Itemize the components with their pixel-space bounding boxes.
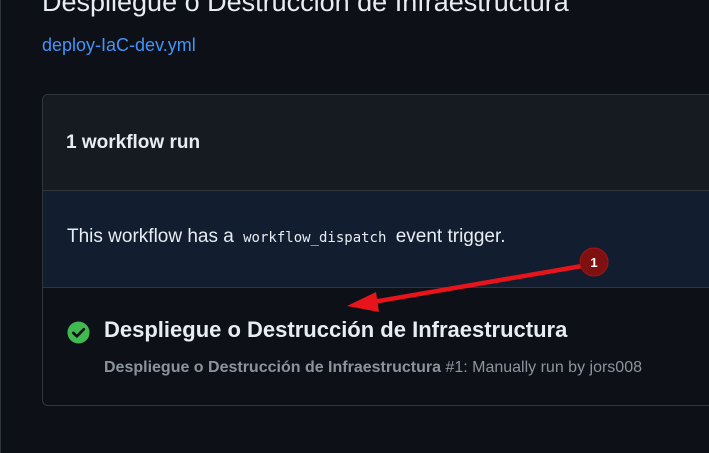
page-title: Despliegue o Destrucción de Infraestruct… [42,0,569,17]
workflow-file-link[interactable]: deploy-IaC-dev.yml [42,33,196,57]
run-trigger-text: : Manually run by jors008 [463,359,642,376]
check-circle-fill-icon [67,321,90,344]
dispatch-trigger-banner: This workflow has a workflow_dispatch ev… [43,191,709,288]
left-border [0,0,1,453]
dispatch-event-code: workflow_dispatch [243,230,387,246]
workflow-run-row[interactable]: Despliegue o Destrucción de Infraestruct… [43,288,709,405]
dispatch-suffix: event trigger. [395,226,506,247]
run-workflow-name: Despliegue o Destrucción de Infraestruct… [104,359,441,376]
runs-header: 1 workflow run [43,95,709,191]
workflow-runs-box: 1 workflow run This workflow has a workf… [42,94,709,406]
workflow-run-title-link[interactable]: Despliegue o Destrucción de Infraestruct… [104,317,567,343]
run-number: #1 [445,359,464,376]
dispatch-prefix: This workflow has a [67,226,234,247]
workflow-run-count: 1 workflow run [66,132,201,153]
dispatch-trigger-text: This workflow has a workflow_dispatch ev… [67,226,506,248]
workflow-run-meta: Despliegue o Destrucción de Infraestruct… [104,359,642,377]
